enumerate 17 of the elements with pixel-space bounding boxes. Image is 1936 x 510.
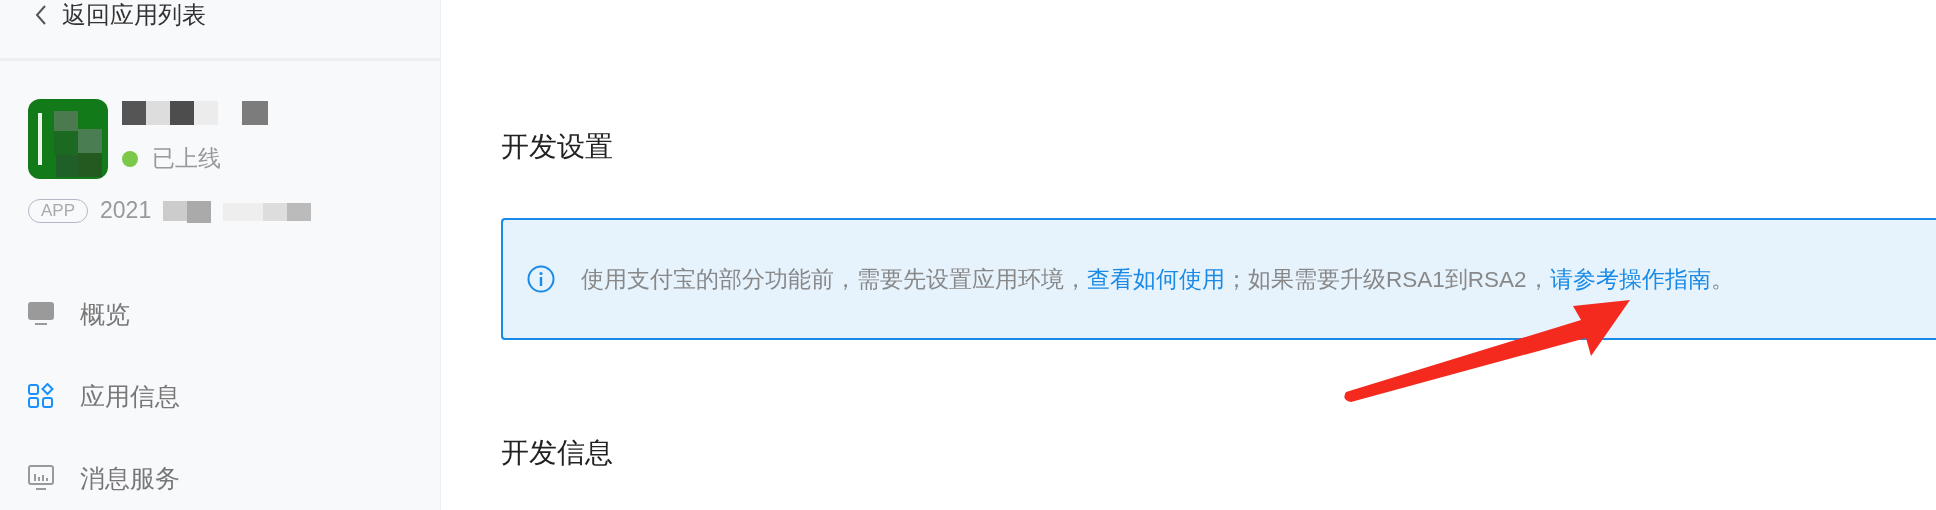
nav-item[interactable]: 应用信息	[28, 378, 412, 414]
help-link[interactable]: 查看如何使用	[1087, 266, 1225, 292]
chart-monitor-icon	[28, 465, 54, 491]
app-id: 2021	[100, 197, 152, 224]
section-title: 开发信息	[501, 436, 614, 470]
apps-grid-icon	[28, 383, 54, 409]
info-icon	[527, 265, 555, 293]
app-logo-icon	[28, 99, 108, 179]
back-link[interactable]: 返回应用列表	[34, 0, 206, 30]
monitor-icon	[28, 301, 54, 327]
nav-item[interactable]: 消息服务	[28, 460, 412, 496]
section-title: 开发设置	[501, 130, 614, 164]
nav-item[interactable]: 概览	[28, 296, 412, 332]
status-label: 已上线	[152, 144, 221, 173]
notice-message: 使用支付宝的部分功能前，需要先设置应用环境，查看如何使用；如果需要升级RSA1到RSA2，请参考操作指南。	[581, 265, 1734, 294]
chevron-left-icon	[34, 4, 48, 26]
help-link[interactable]: 请参考操作指南	[1549, 266, 1711, 292]
